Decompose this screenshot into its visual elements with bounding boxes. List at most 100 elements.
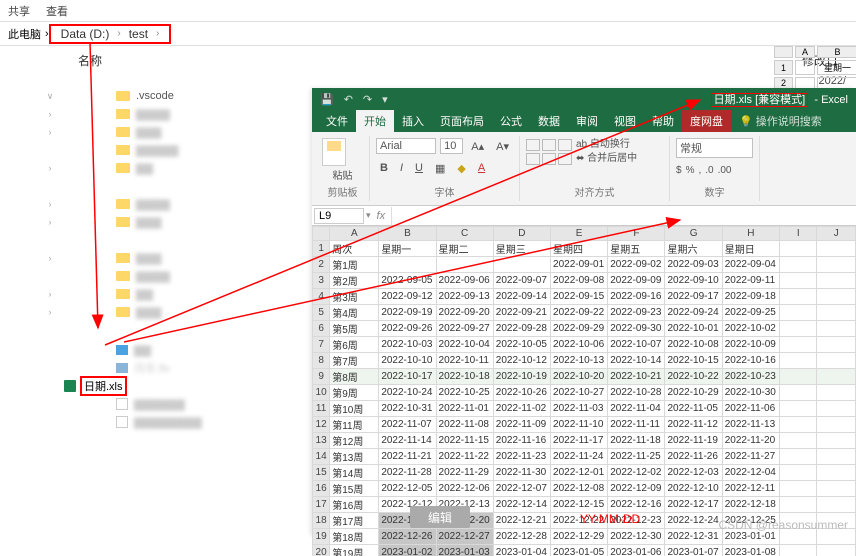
decimal-dec-icon[interactable]: .00 — [718, 165, 732, 176]
column-header[interactable]: G — [665, 227, 722, 241]
menu-share[interactable]: 共享 — [8, 3, 30, 19]
font-name-select[interactable]: Arial — [376, 138, 436, 154]
cell[interactable] — [779, 401, 817, 417]
column-header-name[interactable]: 名称 — [78, 52, 102, 69]
cell[interactable] — [817, 497, 856, 513]
cell[interactable]: 2022-11-15 — [436, 433, 493, 449]
cell[interactable]: 第17周 — [330, 513, 379, 529]
cell[interactable]: 2022-10-27 — [551, 385, 608, 401]
cell[interactable]: 2022-09-08 — [551, 273, 608, 289]
italic-button[interactable]: I — [396, 161, 407, 175]
cell[interactable] — [817, 241, 856, 257]
cell[interactable]: 2022-09-15 — [551, 289, 608, 305]
cell[interactable]: 2022-09-09 — [608, 273, 665, 289]
cell[interactable]: 2022-11-02 — [493, 401, 550, 417]
column-header[interactable]: A — [330, 227, 379, 241]
file-flv[interactable]: 月乐.flv — [134, 360, 170, 376]
cell[interactable]: 2022-09-22 — [551, 305, 608, 321]
cell[interactable]: 2022-10-26 — [493, 385, 550, 401]
column-header[interactable]: C — [436, 227, 493, 241]
cell[interactable]: 2022-12-05 — [379, 481, 436, 497]
cell[interactable] — [493, 257, 550, 273]
cell[interactable]: 星期三 — [493, 241, 550, 257]
tab-help[interactable]: 帮助 — [644, 110, 682, 132]
comma-icon[interactable]: , — [698, 165, 701, 176]
cell[interactable]: 2022-10-20 — [551, 369, 608, 385]
cell[interactable]: 2022-09-01 — [551, 257, 608, 273]
folder-blurred[interactable]: ▇▇ — [136, 162, 153, 175]
name-box[interactable]: L9 — [314, 208, 364, 224]
cell[interactable]: 2022-09-05 — [379, 273, 436, 289]
cell[interactable]: 2022-09-11 — [722, 273, 779, 289]
cell[interactable] — [779, 353, 817, 369]
cell[interactable]: 2022-10-02 — [722, 321, 779, 337]
cell[interactable]: 2022-10-01 — [665, 321, 722, 337]
cell[interactable]: 2022-11-14 — [379, 433, 436, 449]
cell[interactable]: 2023-01-04 — [493, 545, 550, 556]
cell[interactable]: 2022-12-27 — [436, 529, 493, 545]
cell[interactable]: 2022-11-21 — [379, 449, 436, 465]
cell[interactable]: 2022-12-18 — [722, 497, 779, 513]
cell[interactable]: 2022-09-07 — [493, 273, 550, 289]
cell[interactable] — [817, 465, 856, 481]
cell[interactable]: 2022-11-13 — [722, 417, 779, 433]
cell[interactable]: 2022-10-25 — [436, 385, 493, 401]
cell[interactable]: 2022-09-28 — [493, 321, 550, 337]
row-header[interactable]: 12 — [313, 417, 330, 433]
percent-icon[interactable]: % — [686, 165, 695, 176]
bold-button[interactable]: B — [376, 161, 392, 175]
cell[interactable]: 2022-12-15 — [551, 497, 608, 513]
cell[interactable] — [379, 257, 436, 273]
file-blurred[interactable]: ▇▇▇▇▇▇ — [134, 398, 185, 411]
row-header[interactable]: 10 — [313, 385, 330, 401]
cell[interactable]: 2022-12-30 — [608, 529, 665, 545]
cell[interactable]: 第9周 — [330, 385, 379, 401]
cell[interactable]: 2022-11-08 — [436, 417, 493, 433]
cell[interactable]: 2022-10-18 — [436, 369, 493, 385]
cell[interactable]: 2022-10-07 — [608, 337, 665, 353]
cell[interactable]: 2022-10-21 — [608, 369, 665, 385]
cell[interactable]: 2022-10-11 — [436, 353, 493, 369]
cell[interactable] — [779, 417, 817, 433]
cell[interactable]: 2022-11-09 — [493, 417, 550, 433]
cell[interactable]: 2022-12-16 — [608, 497, 665, 513]
breadcrumb-folder[interactable]: test — [129, 27, 148, 41]
number-format-select[interactable]: 常规 — [676, 138, 753, 158]
cell[interactable]: 2022-09-27 — [436, 321, 493, 337]
cell[interactable] — [779, 273, 817, 289]
cell[interactable]: 2022-09-18 — [722, 289, 779, 305]
cell[interactable]: 周次 — [330, 241, 379, 257]
cell[interactable] — [779, 497, 817, 513]
cell[interactable]: 星期五 — [608, 241, 665, 257]
cell[interactable]: 2022-11-11 — [608, 417, 665, 433]
row-header[interactable]: 5 — [313, 305, 330, 321]
cell[interactable]: 2022-09-20 — [436, 305, 493, 321]
cell[interactable]: 2023-01-05 — [551, 545, 608, 556]
column-header[interactable]: F — [608, 227, 665, 241]
folder-vscode[interactable]: .vscode — [136, 90, 174, 102]
row-header[interactable]: 1 — [313, 241, 330, 257]
cell[interactable]: 第14周 — [330, 465, 379, 481]
cell[interactable] — [817, 305, 856, 321]
column-header[interactable]: D — [493, 227, 550, 241]
folder-blurred[interactable]: ▇▇ — [136, 288, 153, 301]
cell[interactable]: 第8周 — [330, 369, 379, 385]
cell[interactable]: 2022-12-11 — [722, 481, 779, 497]
cell[interactable]: 第4周 — [330, 305, 379, 321]
save-icon[interactable]: 💾 — [320, 93, 334, 106]
cell[interactable] — [817, 257, 856, 273]
cell[interactable]: 2023-01-03 — [436, 545, 493, 556]
cell[interactable]: 星期一 — [379, 241, 436, 257]
row-header[interactable]: 13 — [313, 433, 330, 449]
cell[interactable]: 2022-09-14 — [493, 289, 550, 305]
cell[interactable]: 2022-09-19 — [379, 305, 436, 321]
cell[interactable] — [779, 305, 817, 321]
cell[interactable]: 2022-10-28 — [608, 385, 665, 401]
tab-layout[interactable]: 页面布局 — [432, 110, 492, 132]
undo-icon[interactable]: ↶ — [344, 93, 353, 106]
cell[interactable]: 2022-10-31 — [379, 401, 436, 417]
cell[interactable]: 2022-10-14 — [608, 353, 665, 369]
cell[interactable]: 2022-12-29 — [551, 529, 608, 545]
merge-center-button[interactable]: ⬌ 合并后居中 — [576, 152, 637, 166]
folder-blurred[interactable]: ▇▇▇ — [136, 126, 161, 139]
